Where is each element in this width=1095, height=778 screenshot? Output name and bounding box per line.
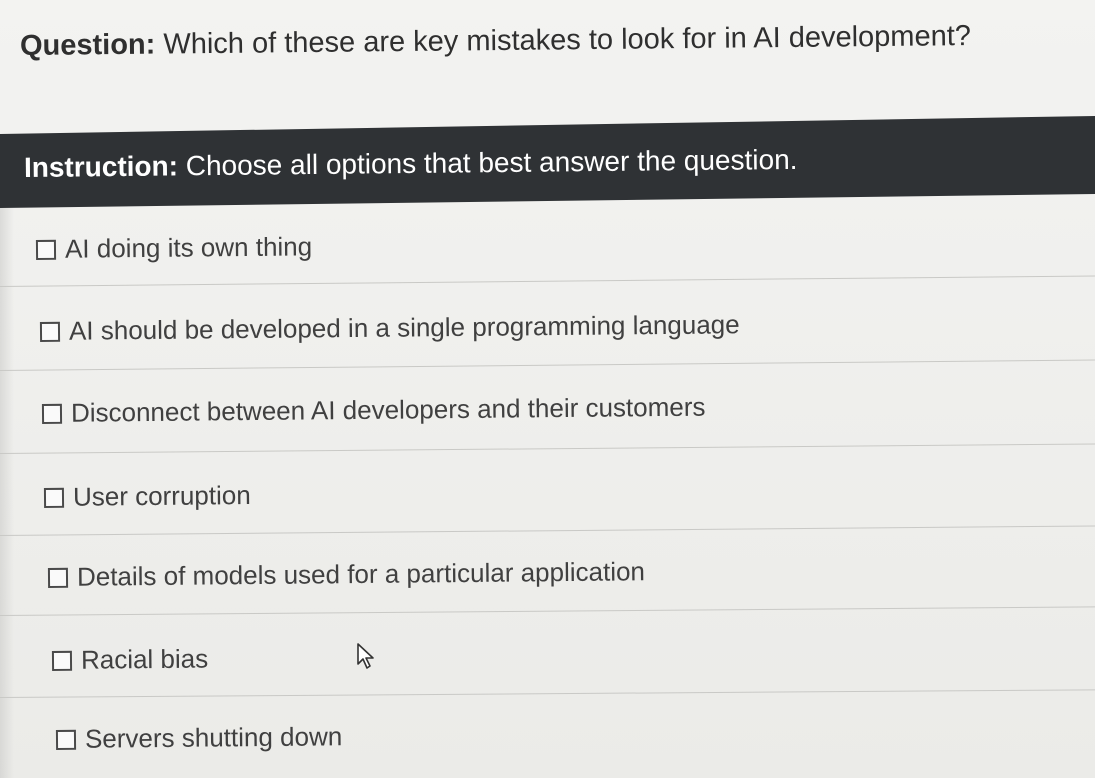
- checkbox[interactable]: [35, 239, 57, 260]
- option-divider: [0, 359, 1095, 371]
- option-divider: [0, 606, 1095, 616]
- question-body: Which of these are key mistakes to look …: [155, 20, 972, 61]
- checkbox[interactable]: [47, 567, 69, 588]
- checkbox[interactable]: [55, 729, 77, 750]
- checkbox[interactable]: [43, 487, 65, 508]
- left-edge-shade: [0, 208, 14, 778]
- option-label: AI should be developed in a single progr…: [68, 309, 740, 346]
- checkbox[interactable]: [41, 403, 63, 424]
- option-divider: [0, 525, 1095, 536]
- option-single-programming-language[interactable]: AI should be developed in a single progr…: [39, 309, 740, 347]
- option-label: Racial bias: [80, 643, 209, 675]
- question-text: Question: Which of these are key mistake…: [20, 20, 971, 63]
- option-divider: [0, 443, 1095, 454]
- option-label: User corruption: [72, 480, 251, 512]
- checkbox[interactable]: [51, 650, 73, 671]
- option-label: Disconnect between AI developers and the…: [70, 391, 706, 428]
- option-servers-shutting-down[interactable]: Servers shutting down: [55, 721, 343, 755]
- option-details-of-models[interactable]: Details of models used for a particular …: [47, 556, 646, 593]
- checkbox[interactable]: [39, 321, 61, 342]
- option-label: Servers shutting down: [84, 721, 343, 754]
- option-divider: [0, 689, 1095, 698]
- option-label: AI doing its own thing: [64, 231, 313, 264]
- question-label: Question:: [19, 28, 156, 62]
- option-ai-doing-its-own-thing[interactable]: AI doing its own thing: [35, 231, 313, 265]
- option-racial-bias[interactable]: Racial bias: [51, 643, 209, 676]
- instruction-label: Instruction:: [23, 150, 179, 183]
- option-label: Details of models used for a particular …: [76, 556, 646, 592]
- option-user-corruption[interactable]: User corruption: [43, 480, 251, 513]
- option-divider: [0, 275, 1095, 287]
- option-disconnect-developers-customers[interactable]: Disconnect between AI developers and the…: [41, 391, 706, 429]
- mouse-pointer-icon: [357, 643, 374, 669]
- instruction-body: Choose all options that best answer the …: [177, 143, 798, 182]
